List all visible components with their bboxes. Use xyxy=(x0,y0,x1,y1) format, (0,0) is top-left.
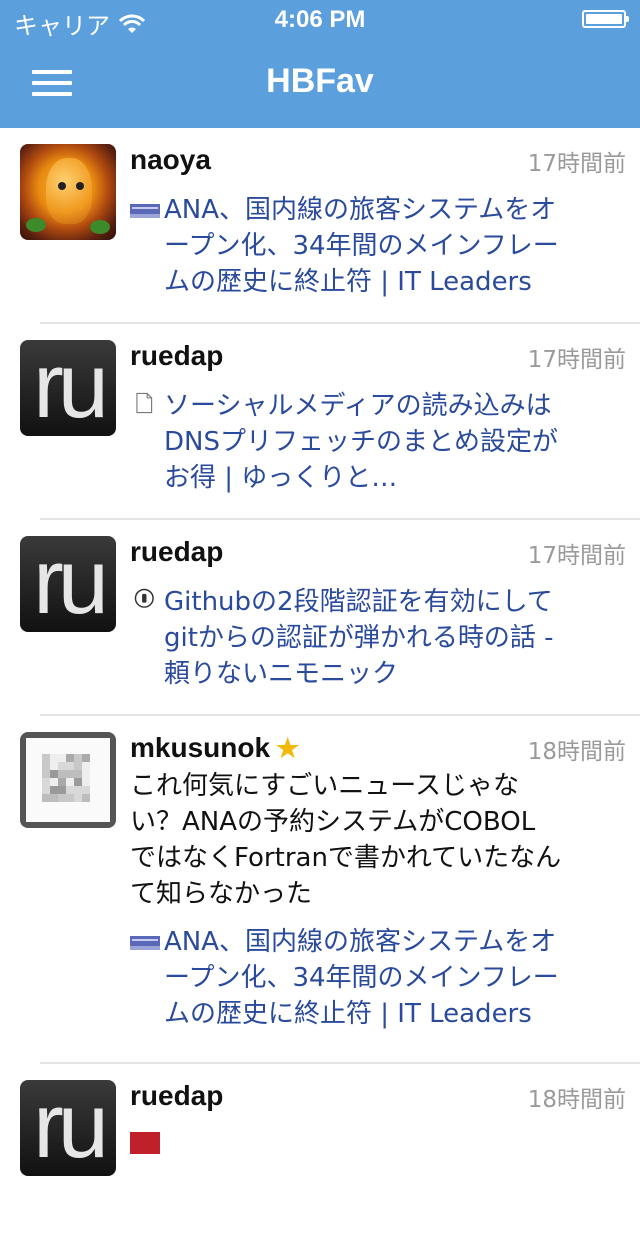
comment-line: これ何気にすごいニュースじゃな xyxy=(130,771,519,801)
link-title-line[interactable]: Githubの2段階認証を有効にして xyxy=(164,584,630,620)
link-title-line[interactable]: ソーシャルメディアの読み込みは xyxy=(164,388,630,424)
bookmark-feed[interactable]: naoya 17時間前 ANA、国内線の旅客システムをオ ープン化、34年間のメ… xyxy=(0,128,640,1260)
username[interactable]: ruedap xyxy=(130,340,223,372)
navigation-bar: HBFav xyxy=(0,40,640,128)
username[interactable]: naoya xyxy=(130,144,211,176)
link-title-line[interactable]: ープン化、34年間のメインフレー xyxy=(164,960,630,996)
timestamp: 18時間前 xyxy=(527,1087,626,1113)
user-avatar[interactable] xyxy=(20,732,116,828)
link-title-line[interactable]: ANA、国内線の旅客システムをオ xyxy=(164,924,630,960)
timestamp: 17時間前 xyxy=(527,151,626,177)
timestamp: 17時間前 xyxy=(527,543,626,569)
feed-entry[interactable]: mkusunok ★ 18時間前 これ何気にすごいニュースじゃな い？ANAの予約… xyxy=(0,716,640,1064)
site-favicon-icon xyxy=(130,1132,160,1154)
site-favicon-icon xyxy=(130,204,160,218)
feed-entry[interactable]: ru ruedap 18時間前 xyxy=(0,1064,640,1260)
site-favicon-icon xyxy=(130,936,160,950)
username[interactable]: ruedap xyxy=(130,536,223,568)
link-title-line[interactable]: 頼りないニモニック xyxy=(164,656,630,692)
app-title: HBFav xyxy=(266,62,374,100)
feed-entry[interactable]: ru ruedap 17時間前 ソーシャルメディアの読み込みは DNSプリフェッ… xyxy=(0,324,640,520)
feed-entry[interactable]: ru ruedap 17時間前 Githubの2段階認証を有効にして gitから… xyxy=(0,520,640,716)
star-icon: ★ xyxy=(276,733,300,763)
username[interactable]: ruedap xyxy=(130,1080,223,1112)
user-avatar[interactable]: ru xyxy=(20,536,116,632)
link-title-line[interactable]: お得 | ゆっくりと… xyxy=(164,460,630,496)
user-avatar[interactable] xyxy=(20,144,116,240)
clock: 4:06 PM xyxy=(274,6,366,33)
username-text: mkusunok xyxy=(130,732,271,763)
link-title-line[interactable]: gitからの認証が弾かれる時の話 - xyxy=(164,620,630,656)
user-avatar[interactable]: ru xyxy=(20,340,116,436)
link-title-line[interactable]: ープン化、34年間のメインフレー xyxy=(164,228,630,264)
comment-line: ではなくFortranで書かれていたなん xyxy=(130,843,562,873)
link-title-line[interactable]: ANA、国内線の旅客システムをオ xyxy=(164,192,630,228)
document-icon xyxy=(136,392,153,414)
battery-icon xyxy=(582,10,629,28)
user-avatar[interactable]: ru xyxy=(20,1080,116,1176)
info-circle-icon xyxy=(134,588,154,608)
bookmark-link[interactable]: Githubの2段階認証を有効にして gitからの認証が弾かれる時の話 - 頼り… xyxy=(130,584,630,692)
feed-entry[interactable]: naoya 17時間前 ANA、国内線の旅客システムをオ ープン化、34年間のメ… xyxy=(0,128,640,324)
link-title-line[interactable]: ムの歴史に終止符 | IT Leaders xyxy=(164,264,630,300)
comment-line: い？ANAの予約システムがCOBOL xyxy=(130,807,536,837)
bookmark-link[interactable]: ANA、国内線の旅客システムをオ ープン化、34年間のメインフレー ムの歴史に終… xyxy=(130,924,630,1032)
timestamp: 18時間前 xyxy=(527,739,626,765)
bookmark-link[interactable]: ソーシャルメディアの読み込みは DNSプリフェッチのまとめ設定が お得 | ゆっ… xyxy=(130,388,630,496)
comment-line: て知らなかった xyxy=(130,879,313,909)
timestamp: 17時間前 xyxy=(527,347,626,373)
link-title-line[interactable]: DNSプリフェッチのまとめ設定が xyxy=(164,424,630,460)
link-title-line[interactable]: ムの歴史に終止符 | IT Leaders xyxy=(164,996,630,1032)
bookmark-comment: これ何気にすごいニュースじゃな い？ANAの予約システムがCOBOL ではなくF… xyxy=(130,768,610,912)
bookmark-link[interactable]: ANA、国内線の旅客システムをオ ープン化、34年間のメインフレー ムの歴史に終… xyxy=(130,192,630,300)
username[interactable]: mkusunok ★ xyxy=(130,732,299,764)
status-bar: キャリア 4:06 PM xyxy=(0,0,640,40)
